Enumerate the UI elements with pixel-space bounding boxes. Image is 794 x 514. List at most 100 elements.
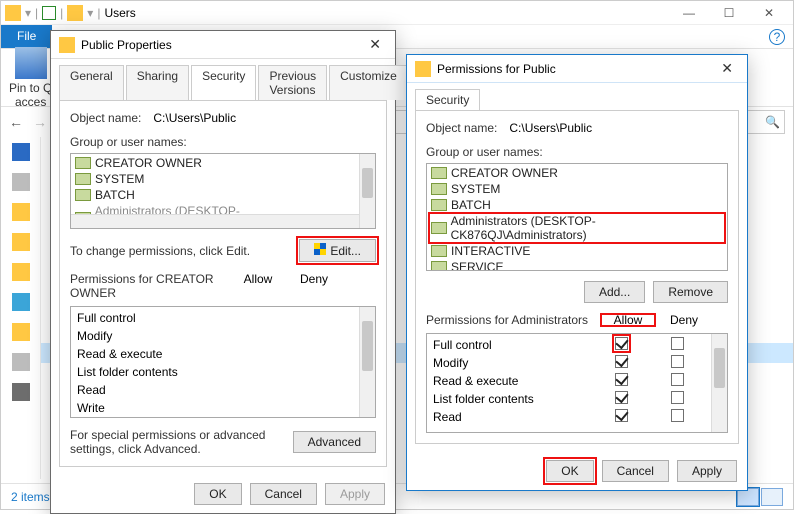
list-item: CREATOR OWNER — [429, 165, 725, 181]
deny-header: Deny — [286, 272, 342, 300]
advanced-button[interactable]: Advanced — [293, 431, 376, 453]
object-name-value: C:\Users\Public — [153, 111, 236, 125]
object-name-value: C:\Users\Public — [509, 121, 592, 135]
users-icon — [431, 199, 447, 211]
maximize-button[interactable]: ☐ — [709, 1, 749, 25]
folder-nav-icon[interactable] — [12, 263, 30, 281]
close-icon[interactable]: ✕ — [363, 36, 387, 53]
scrollbar[interactable] — [71, 214, 359, 228]
tab-customize[interactable]: Customize — [329, 65, 408, 100]
ok-button[interactable]: OK — [546, 460, 593, 482]
remove-button[interactable]: Remove — [653, 281, 728, 303]
users-icon — [431, 222, 447, 234]
shield-icon — [314, 243, 326, 255]
allow-checkbox[interactable] — [615, 355, 628, 368]
tab-strip: General Sharing Security Previous Versio… — [51, 59, 395, 100]
nav-sidebar — [1, 137, 41, 479]
drive-icon[interactable] — [12, 353, 30, 371]
users-icon — [431, 245, 447, 257]
network-icon[interactable] — [12, 383, 30, 401]
special-perm-text: For special permissions or advanced sett… — [70, 428, 293, 456]
list-item: SYSTEM — [73, 171, 373, 187]
perm-row: Modify — [77, 327, 369, 345]
perm-row: Read — [433, 408, 721, 426]
users-icon — [75, 189, 91, 201]
folder-icon — [5, 5, 21, 21]
back-button[interactable]: ← — [9, 114, 23, 130]
close-icon[interactable]: ✕ — [715, 60, 739, 77]
add-button[interactable]: Add... — [584, 281, 645, 303]
music-icon[interactable] — [12, 293, 30, 311]
object-name-label: Object name: — [70, 111, 141, 125]
folder-icon — [59, 37, 75, 53]
titlebar: ▾ | | ▾ | Users — ☐ ✕ — [1, 1, 793, 25]
tab-security[interactable]: Security — [191, 65, 256, 100]
permissions-table: Full controlModifyRead & executeList fol… — [426, 333, 728, 433]
cancel-button[interactable]: Cancel — [602, 460, 669, 482]
dialog-title: Public Properties — [81, 38, 172, 52]
minimize-button[interactable]: — — [669, 1, 709, 25]
file-tab[interactable]: File — [1, 25, 52, 48]
scrollbar[interactable] — [359, 307, 375, 417]
this-pc-icon[interactable] — [12, 173, 30, 191]
users-icon — [75, 157, 91, 169]
list-item: BATCH — [73, 187, 373, 203]
allow-header: Allow — [600, 313, 656, 327]
deny-checkbox[interactable] — [671, 355, 684, 368]
allow-checkbox[interactable] — [615, 391, 628, 404]
cancel-button[interactable]: Cancel — [250, 483, 317, 505]
tab-general[interactable]: General — [59, 65, 124, 100]
allow-checkbox[interactable] — [615, 409, 628, 422]
deny-checkbox[interactable] — [671, 373, 684, 386]
search-icon: 🔍 — [765, 115, 780, 129]
perm-row: Full control — [77, 309, 369, 327]
perm-row: Read — [77, 381, 369, 399]
list-item: SYSTEM — [429, 181, 725, 197]
deny-checkbox[interactable] — [671, 409, 684, 422]
close-button[interactable]: ✕ — [749, 1, 789, 25]
scrollbar[interactable] — [359, 154, 375, 228]
deny-checkbox[interactable] — [671, 391, 684, 404]
list-item-selected[interactable]: Administrators (DESKTOP-CK876QJ\Administ… — [429, 213, 725, 243]
pin-quick-access[interactable]: Pin to Q acces — [9, 47, 52, 109]
group-listbox[interactable]: CREATOR OWNER SYSTEM BATCH Administrator… — [70, 153, 376, 229]
folder-nav-icon[interactable] — [12, 323, 30, 341]
list-item: INTERACTIVE — [429, 243, 725, 259]
users-icon — [431, 183, 447, 195]
permissions-for-label: Permissions for Administrators — [426, 313, 600, 327]
icons-view-button[interactable] — [761, 488, 783, 506]
onedrive-icon[interactable] — [12, 143, 30, 161]
users-icon — [75, 173, 91, 185]
perm-row: List folder contents — [433, 390, 721, 408]
dialog-buttons: OK Cancel Apply — [51, 475, 395, 513]
apply-button[interactable]: Apply — [325, 483, 385, 505]
users-icon — [431, 167, 447, 179]
tab-previous-versions[interactable]: Previous Versions — [258, 65, 327, 100]
folder-nav-icon[interactable] — [12, 203, 30, 221]
tab-security[interactable]: Security — [415, 89, 480, 110]
deny-checkbox[interactable] — [671, 337, 684, 350]
edit-button[interactable]: Edit... — [299, 239, 376, 262]
allow-checkbox[interactable] — [615, 337, 628, 350]
allow-checkbox[interactable] — [615, 373, 628, 386]
window-title: Users — [104, 6, 135, 20]
users-icon — [431, 261, 447, 271]
deny-header: Deny — [656, 313, 712, 327]
permissions-table: Full controlModifyRead & executeList fol… — [70, 306, 376, 418]
help-icon[interactable]: ? — [769, 29, 785, 45]
group-listbox[interactable]: CREATOR OWNER SYSTEM BATCH Administrator… — [426, 163, 728, 271]
list-item: BATCH — [429, 197, 725, 213]
ok-button[interactable]: OK — [194, 483, 241, 505]
apply-button[interactable]: Apply — [677, 460, 737, 482]
dialog-titlebar[interactable]: Permissions for Public ✕ — [407, 55, 747, 83]
perm-row: Modify — [433, 354, 721, 372]
forward-button[interactable]: → — [33, 114, 47, 130]
scrollbar[interactable] — [711, 334, 727, 432]
perm-row: Full control — [433, 336, 721, 354]
perm-row: Write — [77, 399, 369, 417]
dialog-titlebar[interactable]: Public Properties ✕ — [51, 31, 395, 59]
tab-sharing[interactable]: Sharing — [126, 65, 189, 100]
properties-dialog: Public Properties ✕ General Sharing Secu… — [50, 30, 396, 514]
folder-nav-icon[interactable] — [12, 233, 30, 251]
perm-row: Read & execute — [433, 372, 721, 390]
